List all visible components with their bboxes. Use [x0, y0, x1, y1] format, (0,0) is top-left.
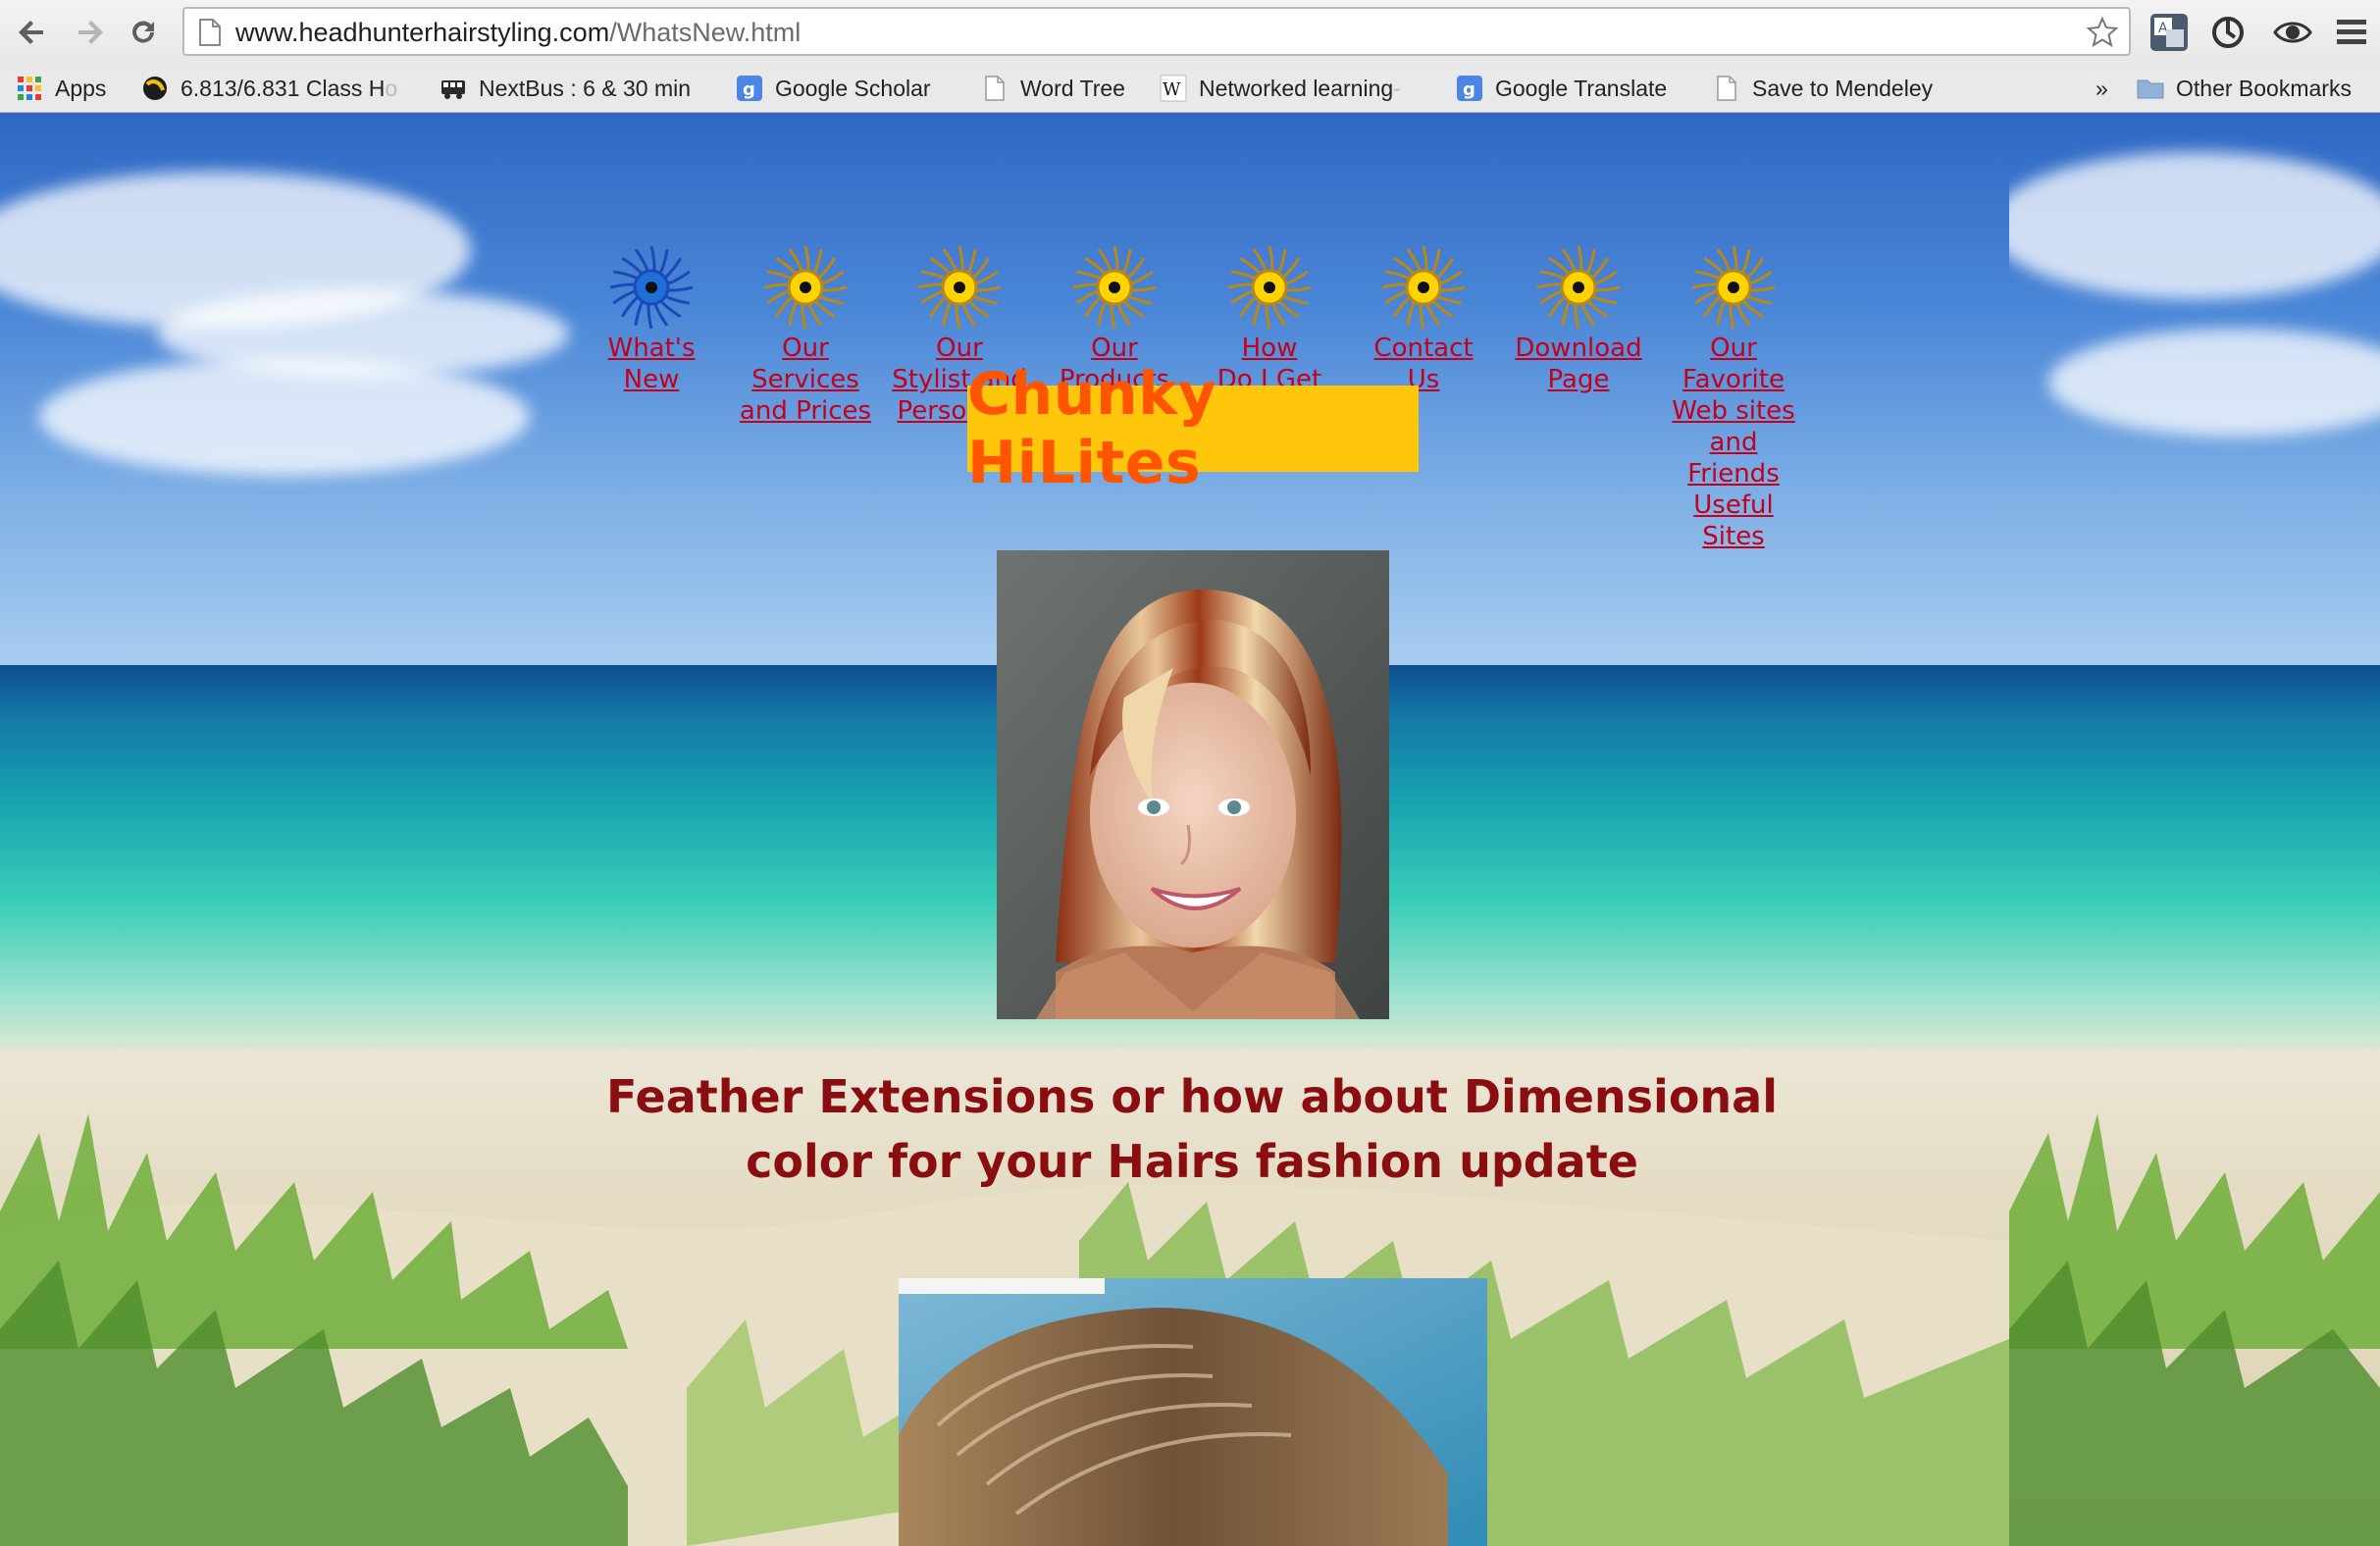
- page-icon: [985, 76, 1005, 101]
- bookmark-save-to-mendeley[interactable]: Save to Mendeley: [1713, 73, 1933, 104]
- svg-text:g: g: [1463, 79, 1475, 100]
- nav-link[interactable]: Our Services and Prices: [732, 240, 879, 427]
- nav-label-line: Services: [751, 365, 859, 394]
- bookmark-label: NextBus : 6 & 30 min: [479, 75, 692, 101]
- forward-arrow-icon[interactable]: [69, 13, 108, 52]
- page-icon: [199, 19, 221, 46]
- nav-label-line: New: [623, 365, 680, 394]
- headline-line-1: Feather Extensions or how about Dimensio…: [606, 1070, 1778, 1123]
- bookmark-class[interactable]: 6.813/6.831 Class Ho: [141, 73, 397, 104]
- bookmarks-overflow-button[interactable]: »: [2095, 73, 2108, 104]
- nav-label-line: and Prices: [739, 396, 872, 426]
- chevron-double-right-icon: »: [2095, 75, 2108, 101]
- bookmarks-bar: Apps 6.813/6.831 Class Ho NextBus : 6 & …: [0, 65, 2380, 113]
- nav-link-label: What's New: [578, 333, 725, 395]
- google-scholar-icon: g: [737, 76, 762, 101]
- page-title: Chunky HiLites: [967, 360, 1217, 497]
- translate-extension-icon[interactable]: A: [2148, 12, 2190, 53]
- yellow-sun-icon: [1505, 240, 1652, 335]
- yellow-sun-icon: [1660, 240, 1807, 335]
- nav-link[interactable]: Download Page: [1505, 240, 1652, 395]
- bus-icon: [441, 80, 465, 99]
- page-viewport: What's New Our Services and Prices Our Stylist…: [0, 113, 2380, 1546]
- yellow-sun-icon: [1041, 240, 1188, 335]
- blue-sun-icon: [578, 240, 725, 335]
- bookmark-label-fade: -: [1393, 75, 1401, 101]
- nav-label-line: Our: [1710, 334, 1757, 363]
- wikipedia-icon: W: [1160, 75, 1187, 102]
- bookmark-google-translate[interactable]: g Google Translate: [1456, 73, 1667, 104]
- yellow-sun-icon: [1196, 240, 1343, 335]
- bookmark-label: Networked learning: [1199, 75, 1394, 101]
- nav-label-line: Web sites: [1672, 396, 1795, 426]
- bookmark-label: Word Tree: [1020, 75, 1125, 101]
- apps-grid-icon: [18, 77, 41, 100]
- page-icon: [1717, 76, 1736, 101]
- bookmark-label: Google Scholar: [775, 75, 931, 101]
- bookmark-word-tree[interactable]: Word Tree: [981, 73, 1125, 104]
- nav-label-line: Our: [782, 334, 829, 363]
- google-translate-icon: g: [1457, 76, 1482, 101]
- bookmark-label: Other Bookmarks: [2176, 75, 2352, 101]
- nav-link[interactable]: Our Favorite Web sites and Friends Useful Si…: [1660, 240, 1807, 552]
- headline-line-2: color for your Hairs fashion update: [746, 1135, 1638, 1188]
- bookmark-label: 6.813/6.831 Class H: [181, 75, 386, 101]
- bookmark-networked-learning[interactable]: W Networked learning -: [1160, 73, 1401, 104]
- bookmark-apps[interactable]: Apps: [16, 73, 106, 104]
- bookmark-label: Google Translate: [1495, 75, 1668, 101]
- bookmark-label-fade: o: [385, 75, 398, 101]
- bookmark-nextbus[interactable]: NextBus : 6 & 30 min: [440, 73, 691, 104]
- yellow-sun-icon: [732, 240, 879, 335]
- page-title-banner: Chunky HiLites: [967, 360, 1419, 497]
- nav-link-label: Download Page: [1505, 333, 1652, 395]
- sync-extension-icon[interactable]: [2207, 12, 2249, 53]
- bookmark-star-icon[interactable]: [2086, 16, 2119, 49]
- other-bookmarks-folder[interactable]: Other Bookmarks: [2137, 73, 2352, 104]
- url-text[interactable]: www.headhunterhairstyling.com/WhatsNew.h…: [235, 18, 801, 48]
- browser-toolbar: www.headhunterhairstyling.com/WhatsNew.h…: [0, 0, 2380, 65]
- svg-text:W: W: [1163, 79, 1181, 100]
- nav-label-line: What's: [607, 334, 696, 363]
- bookmark-google-scholar[interactable]: g Google Scholar: [736, 73, 931, 104]
- folder-icon: [2137, 79, 2164, 99]
- url-path: /WhatsNew.html: [609, 18, 802, 47]
- url-host: www.headhunterhairstyling.com: [235, 18, 610, 47]
- yellow-sun-icon: [1350, 240, 1497, 335]
- nav-label-line: Page: [1547, 365, 1610, 394]
- nav-link-label: Our Services and Prices: [732, 333, 879, 427]
- bookmark-label: Apps: [55, 75, 107, 101]
- address-bar[interactable]: www.headhunterhairstyling.com/WhatsNew.h…: [182, 7, 2131, 56]
- feature-headline: Feather Extensions or how about Dimensio…: [569, 1064, 1815, 1194]
- class-logo-icon: [143, 77, 167, 100]
- bookmark-label: Save to Mendeley: [1752, 75, 1934, 101]
- nav-link-label: Our Favorite Web sites and Friends Useful Si…: [1660, 333, 1807, 552]
- nav-label-line: Favorite: [1682, 365, 1785, 394]
- nav-link[interactable]: What's New: [578, 240, 725, 395]
- nav-label-line: Download: [1515, 334, 1642, 363]
- yellow-sun-icon: [886, 240, 1033, 335]
- svg-text:g: g: [743, 79, 755, 100]
- menu-icon[interactable]: [2331, 12, 2372, 53]
- eye-extension-icon[interactable]: [2272, 12, 2313, 53]
- reload-icon[interactable]: [124, 13, 163, 52]
- hairstyle-photo: [997, 550, 1389, 1019]
- nav-label-line: and Friends: [1687, 428, 1780, 489]
- feather-extensions-photo: [899, 1278, 1487, 1546]
- nav-label-line: Useful Sites: [1693, 490, 1774, 551]
- back-arrow-icon[interactable]: [14, 13, 53, 52]
